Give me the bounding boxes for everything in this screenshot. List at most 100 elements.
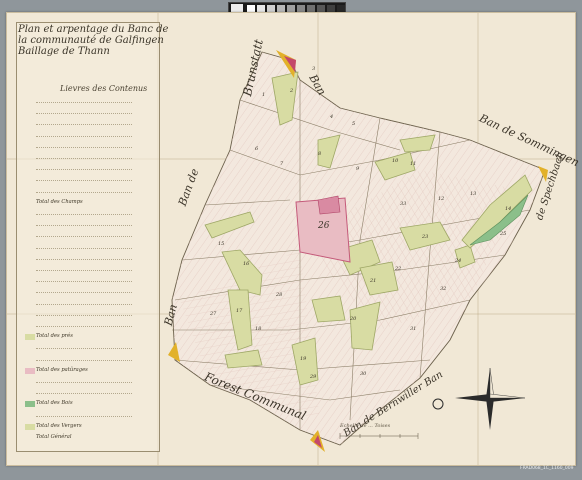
parcel-number: 14 (505, 206, 511, 212)
legend-row-filler (36, 382, 132, 383)
title-line: Baillage de Thann (18, 46, 110, 57)
legend-row (22, 356, 160, 364)
legend-swatch (25, 334, 35, 341)
legend-row (22, 188, 160, 196)
title-line: la communauté de Galfingen (18, 35, 164, 46)
legend-swatch (25, 423, 35, 430)
legend-row-label: Total Général (36, 434, 72, 440)
legend-row-filler (36, 258, 132, 260)
parcel-number: 3 (312, 66, 315, 72)
legend-row (22, 322, 160, 330)
parcel-number: 28 (275, 292, 282, 298)
legend-row-filler (36, 303, 132, 305)
legend-row (22, 389, 160, 397)
legend-swatch (25, 367, 35, 374)
legend-row-filler (36, 415, 132, 417)
legend-row (22, 378, 160, 386)
meadow-parcel (311, 295, 346, 323)
legend-row-filler (36, 225, 132, 227)
legend-row-filler (36, 158, 132, 159)
legend-row (22, 210, 160, 218)
legend-row (22, 266, 160, 274)
legend-row (22, 277, 160, 285)
legend-row (22, 412, 160, 420)
legend-total-row: Total Général (22, 434, 160, 442)
legend-row (22, 165, 160, 173)
legend-row (22, 344, 160, 352)
parcel-number: 5 (352, 121, 355, 127)
parcel-number: 33 (400, 201, 406, 207)
legend-row-label: Total des Vergers (36, 422, 82, 429)
legend-row-filler (36, 146, 132, 148)
archive-reference: FRAD068_1C_1160_009 (520, 466, 574, 471)
legend-row-filler (36, 247, 132, 249)
legend-row-filler (36, 270, 132, 271)
title-line: Plan et arpentage du Banc de (18, 24, 169, 35)
legend-row (22, 176, 160, 184)
legend-swatch (25, 401, 35, 408)
legend-row-label: Total des Bois (36, 400, 73, 407)
legend-row (22, 311, 160, 319)
legend-row-label: Total des prés (36, 333, 73, 340)
legend-row-filler (36, 326, 132, 327)
legend-row-filler (36, 314, 132, 316)
parcel-number: 31 (410, 326, 416, 332)
parcel-number: 10 (392, 158, 399, 164)
parcel-number: 15 (218, 241, 224, 247)
legend-row (22, 244, 160, 252)
parcel-number: 32 (440, 286, 446, 292)
scale-caption: Echelle de ... Toises (340, 423, 391, 429)
legend-row-filler (36, 135, 132, 137)
legend-row-filler (36, 236, 132, 238)
legend-row (22, 288, 160, 296)
legend-row (22, 221, 160, 229)
parcel-number: 21 (369, 278, 376, 284)
compass-rose (432, 367, 526, 430)
parcel-number: 12 (438, 196, 444, 202)
parcel-number: 22 (394, 266, 401, 272)
legend-row-filler (36, 191, 132, 193)
legend-row-filler (36, 102, 132, 103)
legend-total-row: Total des prés (22, 333, 160, 341)
parcel-number: 8 (318, 151, 321, 157)
legend-total-row: Total des patûrages (22, 367, 160, 375)
legend-row-label: Total des Champs (36, 198, 83, 205)
legend-row-filler (36, 124, 132, 126)
image-viewer[interactable]: 1 2 3 4 5 6 7 8 9 10 11 12 13 14 15 16 17 18 19 20 21 22 23 24 2… (0, 0, 582, 480)
legend-row (22, 255, 160, 263)
parcel-number: 1 (262, 92, 265, 98)
legend-total-row: Total des Vergers (22, 423, 160, 431)
parcel-number: 11 (410, 161, 416, 167)
parcel-number: 17 (236, 308, 243, 314)
legend-total-row: Total des Champs (22, 199, 160, 207)
legend-row (22, 154, 160, 162)
legend-row (22, 300, 160, 308)
parcel-number: 16 (243, 261, 250, 267)
legend-row (22, 143, 160, 151)
parcel-number: 4 (329, 114, 333, 120)
parcel-number: 18 (255, 326, 261, 332)
legend-row-filler (36, 214, 132, 215)
parcel-number: 25 (499, 231, 506, 237)
legend-row-filler (36, 180, 132, 182)
legend-row (22, 120, 160, 128)
parcel-number: 19 (300, 356, 307, 362)
village-number: 26 (318, 221, 330, 231)
legend-row (22, 232, 160, 240)
legend-row-filler (36, 348, 132, 350)
parcel-number: 2 (289, 88, 293, 94)
parcel-number: 30 (360, 371, 367, 377)
legend-subtitle: Lievres des Contenus (60, 84, 148, 93)
parcel-number: 13 (470, 191, 476, 197)
compass-scroll (432, 398, 444, 410)
legend-row-filler (36, 359, 132, 361)
legend-row-filler (36, 292, 132, 294)
parcel-number: 24 (454, 258, 461, 264)
legend-row-label: Total des patûrages (36, 366, 88, 373)
legend-row (22, 109, 160, 117)
legend-row-filler (36, 393, 132, 395)
parcel-number: 27 (209, 311, 217, 317)
parcel-number: 20 (349, 316, 357, 322)
legend-row (22, 132, 160, 140)
legend-total-row: Total des Bois (22, 400, 160, 408)
